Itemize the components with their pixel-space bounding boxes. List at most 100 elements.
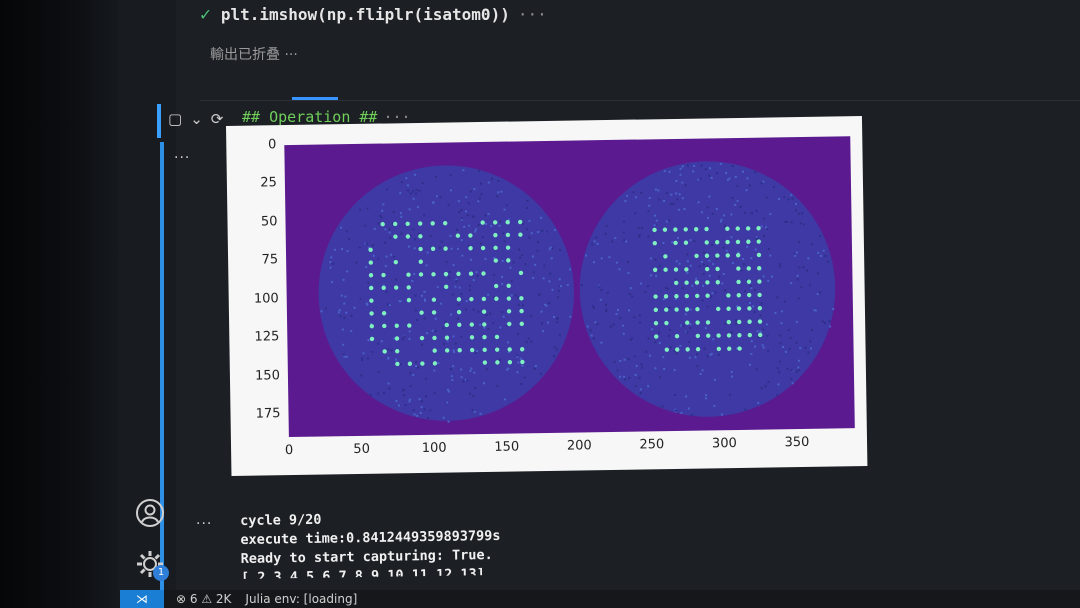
noise-pixel bbox=[468, 289, 471, 292]
noise-pixel bbox=[406, 184, 409, 187]
julia-env-status[interactable]: Julia env: [loading] bbox=[245, 592, 357, 606]
noise-pixel bbox=[681, 197, 684, 200]
refresh-icon[interactable]: ⟳ bbox=[211, 110, 224, 128]
noise-pixel bbox=[367, 339, 370, 342]
noise-pixel bbox=[454, 342, 457, 345]
noise-pixel bbox=[776, 367, 779, 370]
noise-pixel bbox=[593, 240, 596, 243]
output-collapsed-note[interactable]: 輸出已折叠 ··· bbox=[210, 44, 298, 64]
noise-pixel bbox=[784, 220, 787, 223]
noise-pixel bbox=[696, 364, 699, 367]
noise-pixel bbox=[409, 384, 412, 388]
noise-pixel bbox=[545, 230, 548, 233]
noise-pixel bbox=[725, 171, 728, 174]
noise-pixel bbox=[555, 348, 558, 351]
noise-pixel bbox=[750, 287, 753, 290]
noise-pixel bbox=[446, 401, 449, 404]
noise-pixel bbox=[475, 228, 478, 231]
noise-pixel bbox=[340, 294, 343, 297]
noise-pixel bbox=[476, 350, 479, 353]
noise-pixel bbox=[746, 177, 749, 180]
noise-pixel bbox=[433, 392, 436, 395]
noise-pixel bbox=[477, 223, 480, 226]
chevron-down-icon[interactable]: ⌄ bbox=[190, 110, 203, 128]
noise-pixel bbox=[434, 329, 437, 333]
noise-pixel bbox=[559, 285, 563, 288]
noise-pixel bbox=[788, 348, 791, 351]
noise-pixel bbox=[613, 360, 616, 363]
noise-pixel bbox=[525, 340, 528, 343]
noise-pixel bbox=[654, 188, 657, 191]
noise-pixel bbox=[605, 310, 608, 313]
noise-pixel bbox=[446, 388, 449, 391]
noise-pixel bbox=[790, 282, 793, 285]
noise-pixel bbox=[387, 382, 390, 385]
noise-pixel bbox=[600, 289, 603, 292]
noise-pixel bbox=[713, 378, 716, 381]
noise-pixel bbox=[722, 272, 725, 276]
noise-pixel bbox=[492, 322, 495, 325]
noise-pixel bbox=[462, 169, 465, 172]
account-icon[interactable] bbox=[134, 497, 166, 529]
noise-pixel bbox=[320, 310, 323, 313]
noise-pixel bbox=[460, 335, 463, 338]
noise-pixel bbox=[366, 207, 369, 210]
noise-pixel bbox=[696, 353, 699, 356]
noise-pixel bbox=[470, 367, 473, 370]
noise-pixel bbox=[706, 206, 709, 209]
noise-pixel bbox=[355, 261, 358, 264]
noise-pixel bbox=[421, 181, 424, 184]
square-icon[interactable]: ▢ bbox=[168, 110, 182, 128]
noise-pixel bbox=[644, 290, 647, 293]
noise-pixel bbox=[668, 170, 671, 173]
noise-pixel bbox=[596, 242, 599, 245]
noise-pixel bbox=[415, 361, 418, 364]
noise-pixel bbox=[521, 364, 524, 367]
noise-pixel bbox=[641, 226, 644, 229]
noise-pixel bbox=[746, 245, 749, 248]
cell-add-indicator[interactable] bbox=[292, 97, 338, 100]
noise-pixel bbox=[345, 355, 348, 358]
noise-pixel bbox=[754, 248, 757, 251]
noise-pixel bbox=[330, 281, 333, 284]
noise-pixel bbox=[414, 173, 417, 176]
noise-pixel bbox=[662, 356, 665, 359]
noise-pixel bbox=[674, 278, 677, 281]
noise-pixel bbox=[472, 394, 475, 397]
noise-pixel bbox=[689, 326, 692, 329]
noise-pixel bbox=[760, 182, 763, 185]
noise-pixel bbox=[490, 177, 493, 180]
noise-pixel bbox=[329, 266, 332, 269]
noise-pixel bbox=[377, 222, 380, 225]
noise-pixel bbox=[485, 313, 488, 316]
noise-pixel bbox=[341, 248, 344, 251]
noise-pixel bbox=[797, 369, 800, 372]
noise-pixel bbox=[817, 251, 820, 254]
noise-pixel bbox=[624, 200, 627, 203]
noise-pixel bbox=[526, 200, 529, 203]
remote-icon[interactable]: ⋊ bbox=[120, 590, 164, 608]
noise-pixel bbox=[452, 335, 455, 338]
noise-pixel bbox=[559, 249, 562, 252]
output-more-icon-2[interactable]: ··· bbox=[196, 516, 212, 532]
noise-pixel bbox=[545, 304, 548, 307]
noise-pixel bbox=[665, 220, 668, 223]
problems-status[interactable]: ⊗ 6 ⚠ 2K bbox=[176, 592, 231, 606]
noise-pixel bbox=[670, 202, 673, 205]
noise-pixel bbox=[451, 378, 454, 382]
noise-pixel bbox=[655, 219, 658, 222]
y-tick-label: 125 bbox=[254, 329, 280, 345]
noise-pixel bbox=[779, 342, 782, 345]
cell-toolbar: ▢ ⌄ ⟳ bbox=[168, 108, 223, 130]
noise-pixel bbox=[627, 272, 630, 275]
noise-pixel bbox=[548, 280, 551, 283]
noise-pixel bbox=[415, 192, 418, 195]
noise-pixel bbox=[678, 193, 681, 196]
output-more-icon[interactable]: ··· bbox=[174, 150, 190, 166]
noise-pixel bbox=[689, 239, 692, 242]
noise-pixel bbox=[686, 331, 689, 334]
more-icon[interactable]: ··· bbox=[518, 5, 547, 24]
previous-cell-code[interactable]: ✓ plt.imshow(np.fliplr(isatom0)) ··· bbox=[200, 4, 547, 25]
noise-pixel bbox=[787, 328, 790, 332]
noise-pixel bbox=[478, 169, 481, 172]
